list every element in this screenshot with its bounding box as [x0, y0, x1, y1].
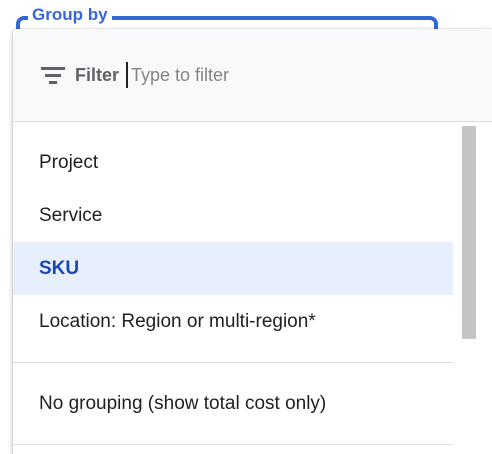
filter-label: Filter	[75, 65, 120, 85]
option-no-grouping[interactable]: No grouping (show total cost only)	[13, 377, 453, 430]
filter-input[interactable]	[126, 62, 411, 88]
scrollbar-thumb[interactable]	[462, 126, 476, 339]
option-sku[interactable]: SKU	[13, 242, 453, 295]
filter-bar: Filter	[13, 29, 492, 122]
group-by-dropdown-menu: Filter Project Service SKU Location: Reg…	[13, 29, 492, 454]
screen: Group by Filter Project Service SKU Loca…	[0, 0, 492, 454]
divider	[13, 362, 453, 363]
filter-icon	[41, 65, 67, 85]
group-by-label: Group by	[28, 4, 112, 26]
options-list: Project Service SKU Location: Region or …	[13, 122, 453, 445]
divider	[13, 444, 453, 445]
option-project[interactable]: Project	[13, 136, 453, 189]
option-location[interactable]: Location: Region or multi-region*	[13, 295, 453, 348]
option-service[interactable]: Service	[13, 189, 453, 242]
